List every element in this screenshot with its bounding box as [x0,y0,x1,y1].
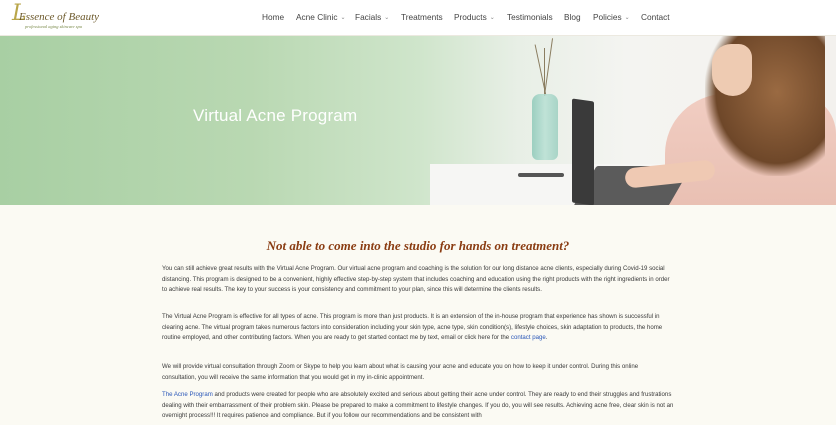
nav-item-label: Acne Clinic [296,12,338,22]
paragraph-text-end: . [545,334,548,342]
site-header: L Essence of Beauty professional aging s… [0,0,836,36]
flower-stem [543,38,554,96]
nav-item-products[interactable]: Products ⌄ [454,11,495,24]
hero-banner: Virtual Acne Program [0,36,836,205]
nav-item-treatments[interactable]: Treatments [401,11,443,23]
paragraph-consultation: We will provide virtual consultation thr… [162,363,639,381]
paragraph-text: and products were created for people who… [162,391,674,420]
section-headline: Not able to come into the studio for han… [266,238,570,253]
chevron-down-icon: ⌄ [340,15,346,21]
nav-item-contact[interactable]: Contact [641,11,670,23]
nav-item-label: Policies [593,12,622,22]
woman-face-image [712,44,752,96]
chevron-down-icon: ⌄ [624,15,630,21]
page-title: Virtual Acne Program [193,106,358,125]
nav-item-label: Treatments [401,12,443,22]
paragraph-acne-program: The Acne Program and products were creat… [162,390,674,422]
nav-item-blog[interactable]: Blog [564,11,581,23]
paragraph-effective: The Virtual Acne Program is effective fo… [162,312,674,344]
nav-item-policies[interactable]: Policies ⌄ [593,11,630,24]
nav-item-label: Contact [641,12,670,22]
main-nav: Home Acne Clinic ⌄ Facials ⌄ Treatments Pr… [0,0,836,36]
contact-page-link[interactable]: contact page [511,334,546,341]
nav-item-home[interactable]: Home [262,11,284,23]
main-content: Not able to come into the studio for han… [0,205,836,425]
nav-item-label: Home [262,12,285,22]
nav-item-testimonials[interactable]: Testimonials [507,11,553,23]
laptop-screen-image [572,98,594,205]
flower-stem [544,48,545,96]
chevron-down-icon: ⌄ [384,15,390,21]
nav-item-facials[interactable]: Facials ⌄ [355,11,389,24]
paragraph-text: The Virtual Acne Program is effective fo… [162,313,663,342]
nav-item-label: Facials [355,12,382,22]
nav-item-label: Products [454,12,487,22]
nav-item-label: Blog [564,12,581,22]
nav-item-label: Testimonials [507,12,553,22]
chevron-down-icon: ⌄ [489,15,495,21]
pen-image [518,173,564,177]
nav-item-acne-clinic[interactable]: Acne Clinic ⌄ [296,11,346,24]
acne-program-link[interactable]: The Acne Program [162,391,213,398]
paragraph-intro: You can still achieve great results with… [162,265,670,294]
vase-image [532,94,558,160]
